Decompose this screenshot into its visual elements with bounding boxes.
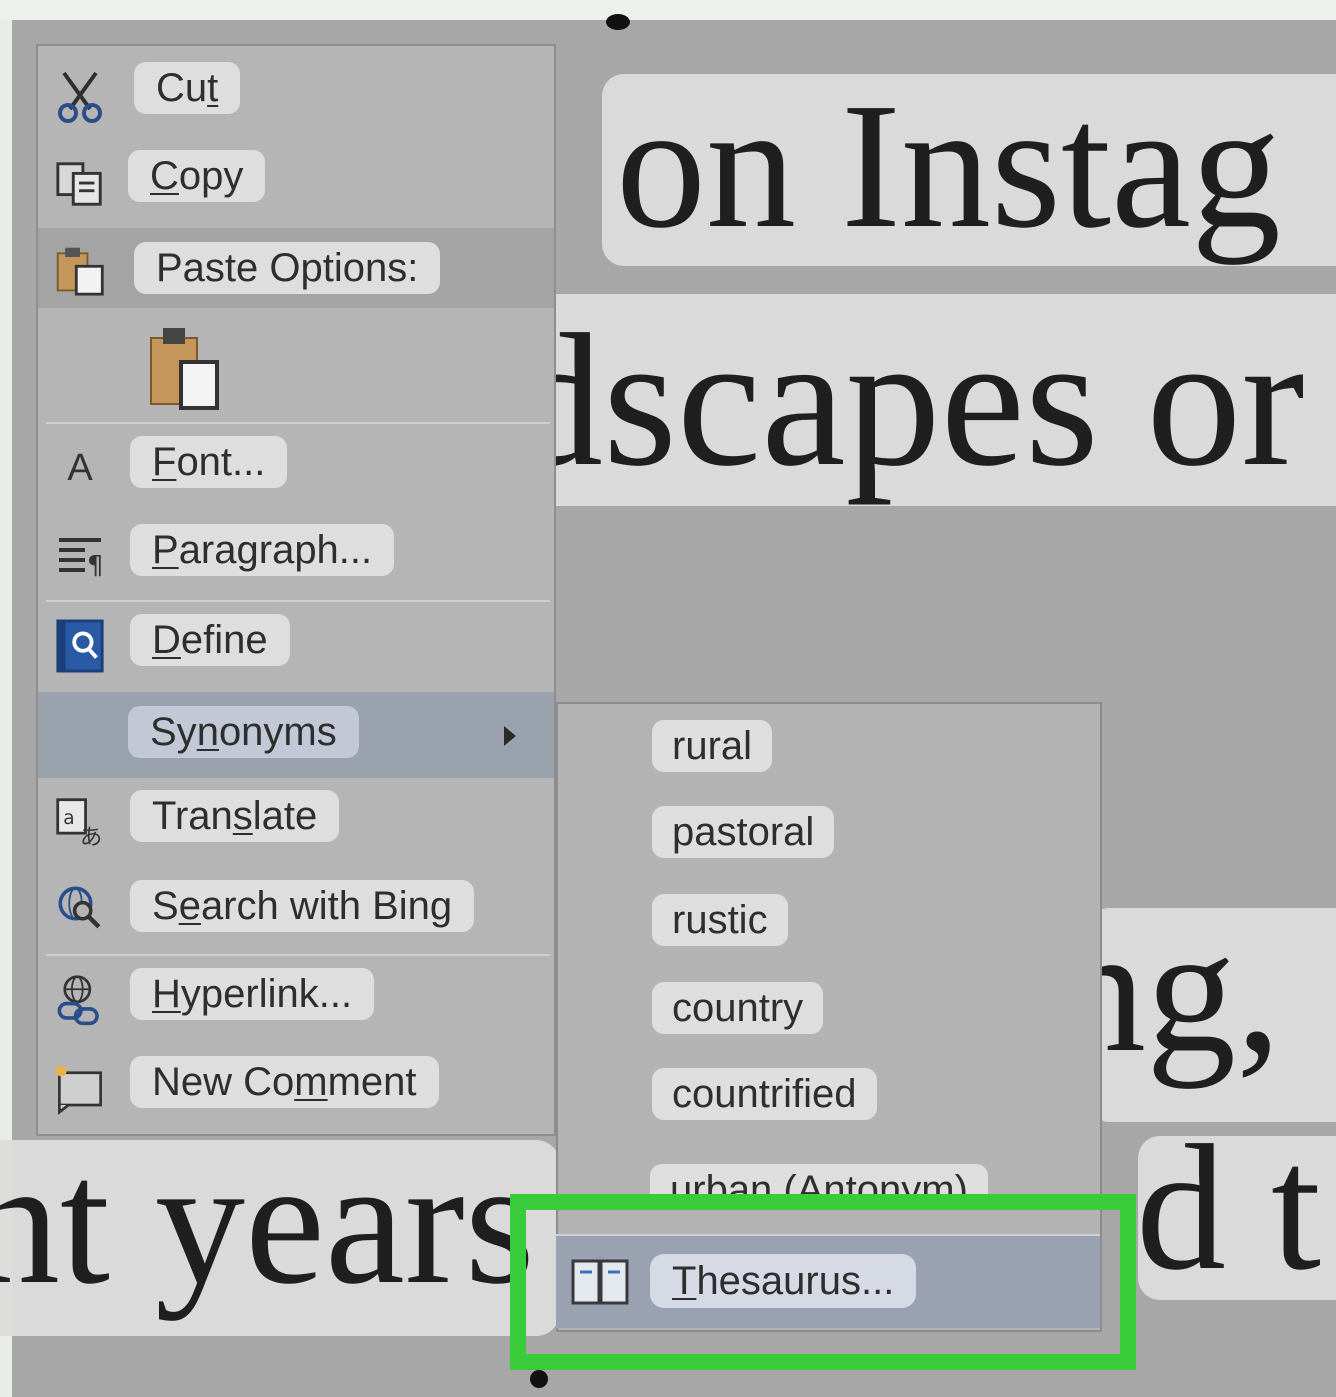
synonym-item-pastoral[interactable]: pastoral (652, 806, 835, 858)
window-top-bar (0, 0, 1336, 20)
paragraph-icon: ¶ (54, 532, 106, 580)
menu-item-label: Define (130, 614, 290, 666)
menu-item-search-with-bing[interactable]: Search with Bing (38, 866, 554, 946)
menu-item-label: New Comment (130, 1056, 439, 1108)
synonym-item-countrified[interactable]: countrified (652, 1068, 877, 1120)
synonym-item-urban-antonym[interactable]: urban (Antonym) (650, 1164, 988, 1194)
menu-separator (46, 954, 550, 956)
synonym-item-country[interactable]: country (652, 982, 824, 1034)
menu-item-copy[interactable]: Copy (38, 142, 554, 222)
paste-option-keep-text[interactable] (38, 310, 554, 420)
font-icon: A (67, 446, 93, 489)
synonym-item-rural[interactable]: rural (652, 720, 773, 772)
menu-separator (46, 422, 550, 424)
menu-item-label: Copy (128, 150, 266, 202)
scissors-icon (54, 71, 106, 123)
menu-item-new-comment[interactable]: New Comment (38, 1046, 554, 1126)
highlight-annotation-box (510, 1194, 1136, 1370)
menu-item-font[interactable]: A Font... (38, 426, 554, 506)
doc-text-line-4-right[interactable]: d t (1136, 1118, 1321, 1298)
menu-item-label: Paste Options: (134, 242, 441, 294)
menu-item-label: Font... (130, 436, 288, 488)
menu-item-translate[interactable]: a あ Translate (38, 780, 554, 860)
menu-item-label: Paragraph... (130, 524, 395, 576)
hyperlink-icon (54, 975, 106, 1026)
submenu-arrow-icon (504, 726, 516, 746)
doc-text-line-2[interactable]: dscapes or (508, 306, 1305, 496)
doc-text-line-4-left[interactable]: nt years (0, 1132, 535, 1312)
comment-icon (54, 1064, 106, 1115)
menu-item-define[interactable]: Define (38, 604, 554, 684)
menu-item-cut[interactable]: Cut (38, 54, 554, 134)
synonym-item-antonym-clip: urban (Antonym) (646, 1150, 1036, 1194)
search-icon (54, 884, 106, 932)
menu-item-paste-options: Paste Options: (38, 228, 554, 308)
cursor-dot-bottom (530, 1370, 548, 1388)
translate-icon: a あ (54, 798, 106, 850)
copy-icon (54, 160, 106, 208)
menu-item-hyperlink[interactable]: Hyperlink... (38, 958, 554, 1038)
cursor-dot-top (606, 14, 630, 30)
menu-item-label: Cut (134, 62, 241, 114)
define-icon (54, 619, 106, 673)
menu-item-label: Synonyms (128, 706, 359, 758)
synonym-item-rustic[interactable]: rustic (652, 894, 788, 946)
svg-text:¶: ¶ (87, 551, 104, 580)
svg-text:a: a (63, 808, 74, 829)
menu-item-label: Translate (130, 790, 340, 842)
menu-separator (46, 600, 550, 602)
paste-keep-text-icon (138, 322, 228, 412)
menu-item-synonyms[interactable]: Synonyms (38, 692, 554, 778)
svg-text:あ: あ (80, 824, 102, 850)
menu-item-label: Search with Bing (130, 880, 475, 932)
menu-item-paragraph[interactable]: ¶ Paragraph... (38, 514, 554, 594)
menu-item-label: Hyperlink... (130, 968, 375, 1020)
doc-text-line-1[interactable]: on Instag (616, 76, 1281, 256)
paste-icon (54, 246, 106, 296)
